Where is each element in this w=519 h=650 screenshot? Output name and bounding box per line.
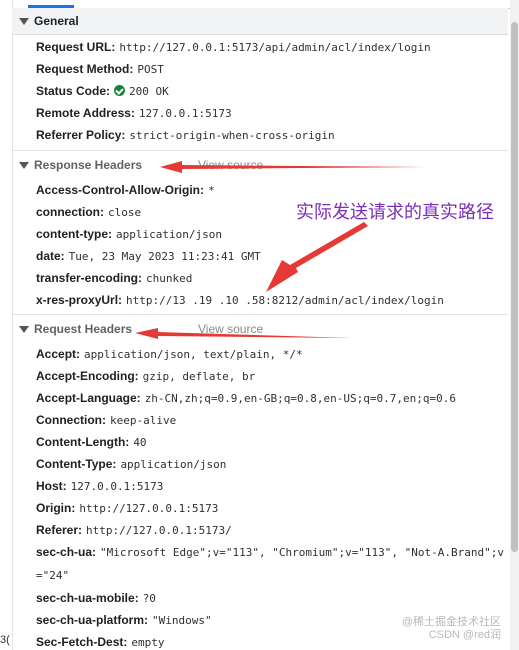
header-row-request-method: Request Method: POST [12, 58, 508, 80]
expand-triangle-icon [19, 162, 29, 169]
header-key: Origin: [36, 501, 76, 515]
header-key: x-res-proxyUrl: [36, 293, 123, 307]
expand-triangle-icon [19, 326, 29, 333]
header-value: application/json, text/plain, */* [84, 348, 303, 361]
headers-panel: General Request URL: http://127.0.0.1:517… [12, 8, 508, 650]
watermark-line-2: CSDN @red润 [428, 629, 501, 641]
header-value: http://127.0.0.1:5173 [79, 502, 219, 515]
general-section-header[interactable]: General [12, 8, 508, 35]
header-key: Access-Control-Allow-Origin: [36, 183, 205, 197]
left-edge-text: 3( [0, 634, 10, 646]
request-headers-section-header[interactable]: Request Headers View source [12, 315, 508, 343]
header-key: content-type: [36, 227, 112, 241]
header-row: Accept: application/json, text/plain, */* [12, 343, 508, 365]
header-key: sec-ch-ua-platform: [36, 613, 149, 627]
header-value: ?0 [142, 592, 156, 605]
header-key: Connection: [36, 413, 106, 427]
header-row: Host: 127.0.0.1:5173 [12, 475, 508, 497]
header-row: Origin: http://127.0.0.1:5173 [12, 497, 508, 519]
header-key: Request Method: [36, 62, 134, 76]
header-key: Content-Length: [36, 435, 130, 449]
header-row: Content-Type: application/json [12, 453, 508, 475]
annotation-text: 实际发送请求的真实路径 [296, 202, 494, 223]
header-value: gzip, deflate, br [142, 370, 256, 383]
header-key: connection: [36, 205, 104, 219]
header-value: "Microsoft Edge";v="113", "Chromium";v="… [36, 546, 505, 582]
header-key: transfer-encoding: [36, 271, 143, 285]
watermark-line-1: @稀土掘金技术社区 [401, 616, 501, 628]
header-row-remote-address: Remote Address: 127.0.0.1:5173 [12, 102, 508, 124]
header-row-proxy-url: x-res-proxyUrl: http://13 .19 .10 .58:821… [12, 289, 508, 311]
header-value: empty [131, 636, 165, 649]
header-row: Accept-Encoding: gzip, deflate, br [12, 365, 508, 387]
header-row: sec-ch-ua: "Microsoft Edge";v="113", "Chr… [12, 541, 508, 587]
header-value: * [208, 184, 215, 197]
header-row: transfer-encoding: chunked [12, 267, 508, 289]
header-value: http://127.0.0.1:5173/ [86, 524, 232, 537]
header-row: content-type: application/json [12, 223, 508, 245]
header-row: Connection: keep-alive [12, 409, 508, 431]
header-key: Sec-Fetch-Dest: [36, 635, 128, 649]
header-value: chunked [146, 272, 193, 285]
header-row: sec-ch-ua-mobile: ?0 [12, 587, 508, 609]
header-value: application/json [116, 228, 222, 241]
header-key: Referer: [36, 523, 83, 537]
scrollbar-thumb[interactable] [511, 22, 518, 552]
expand-triangle-icon [19, 18, 29, 25]
header-key: Request URL: [36, 40, 116, 54]
header-key: sec-ch-ua-mobile: [36, 591, 139, 605]
response-headers-section-header[interactable]: Response Headers View source [12, 151, 508, 179]
header-value: application/json [120, 458, 227, 471]
header-row-referrer-policy: Referrer Policy: strict-origin-when-cross… [12, 124, 508, 146]
view-source-link[interactable]: View source [198, 315, 263, 343]
header-row: Accept-Language: zh-CN,zh;q=0.9,en-GB;q=0… [12, 387, 508, 409]
header-key: Accept-Language: [36, 391, 141, 405]
header-row: date: Tue, 23 May 2023 11:23:41 GMT [12, 245, 508, 267]
header-value: http://127.0.0.1:5173/api/admin/acl/inde… [119, 41, 431, 54]
header-key: date: [36, 249, 65, 263]
header-value: 40 [133, 436, 147, 449]
header-value: close [108, 206, 142, 219]
vertical-scrollbar[interactable] [510, 0, 519, 650]
view-source-link[interactable]: View source [198, 151, 263, 179]
general-title: General [34, 14, 79, 28]
response-headers-title: Response Headers [34, 158, 143, 172]
header-key: Accept: [36, 347, 81, 361]
header-key: Host: [36, 479, 67, 493]
status-ok-icon [114, 85, 126, 96]
header-value: 127.0.0.1:5173 [138, 107, 232, 120]
request-headers-title: Request Headers [34, 322, 133, 336]
header-key: Remote Address: [36, 106, 135, 120]
header-value: http://13 .19 .10 .58:8212/admin/acl/ind… [126, 294, 444, 307]
header-key: Accept-Encoding: [36, 369, 139, 383]
header-value: strict-origin-when-cross-origin [129, 129, 335, 142]
header-value: "Windows" [152, 614, 212, 627]
header-value: 200 OK [129, 85, 169, 98]
watermark: @稀土掘金技术社区 CSDN @red润 [402, 616, 501, 642]
header-row-status-code: Status Code: 200 OK [12, 80, 508, 102]
header-value: keep-alive [110, 414, 177, 427]
header-key: Content-Type: [36, 457, 117, 471]
general-section: Request URL: http://127.0.0.1:5173/api/ad… [12, 35, 508, 146]
header-row: Content-Length: 40 [12, 431, 508, 453]
header-value: 127.0.0.1:5173 [70, 480, 164, 493]
header-row: Referer: http://127.0.0.1:5173/ [12, 519, 508, 541]
header-key: Status Code: [36, 84, 111, 98]
header-value: POST [137, 63, 164, 76]
header-row-request-url: Request URL: http://127.0.0.1:5173/api/ad… [12, 36, 508, 58]
header-value: Tue, 23 May 2023 11:23:41 GMT [68, 250, 261, 263]
header-value: zh-CN,zh;q=0.9,en-GB;q=0.8,en-US;q=0.7,e… [144, 392, 456, 405]
header-key: Referrer Policy: [36, 128, 126, 142]
request-headers-section: Accept: application/json, text/plain, */*… [12, 343, 508, 650]
header-key: sec-ch-ua: [36, 545, 97, 559]
